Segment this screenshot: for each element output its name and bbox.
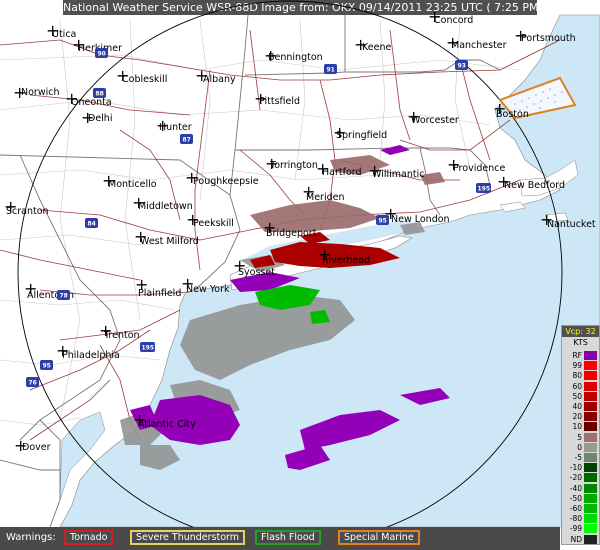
legend-row-swatch bbox=[584, 473, 597, 483]
svg-text:Middletown: Middletown bbox=[138, 201, 193, 212]
svg-text:Syosset: Syosset bbox=[238, 267, 275, 278]
svg-text:Riverhead: Riverhead bbox=[322, 255, 370, 266]
legend-row-swatch bbox=[584, 534, 597, 544]
svg-text:Willimantic: Willimantic bbox=[372, 169, 424, 180]
interstate-shield-90: 90 bbox=[95, 48, 108, 58]
svg-text:Delhi: Delhi bbox=[88, 113, 112, 124]
legend-row-swatch bbox=[584, 361, 597, 371]
svg-text:95: 95 bbox=[379, 218, 387, 225]
svg-text:Manchester: Manchester bbox=[451, 40, 507, 51]
radar-map: +Utica +Herkimer +Cobleskill +Albany +No… bbox=[0, 0, 600, 527]
interstate-shield-195-nj: 195 bbox=[140, 342, 155, 352]
svg-text:Bridgeport: Bridgeport bbox=[266, 228, 317, 239]
svg-text:Poughkeepsie: Poughkeepsie bbox=[193, 176, 259, 187]
svg-text:Plainfield: Plainfield bbox=[138, 288, 181, 299]
svg-text:Atlantic City: Atlantic City bbox=[138, 419, 196, 430]
svg-text:88: 88 bbox=[96, 91, 104, 98]
interstate-shield-87: 87 bbox=[180, 134, 193, 144]
interstate-shield-84: 84 bbox=[85, 218, 98, 228]
svg-text:Dover: Dover bbox=[22, 442, 51, 453]
interstate-shield-95-pa: 95 bbox=[40, 360, 53, 370]
interstate-shield-91: 91 bbox=[324, 64, 337, 74]
svg-text:Portsmouth: Portsmouth bbox=[521, 33, 576, 44]
svg-text:76: 76 bbox=[29, 380, 37, 387]
interstate-shield-95-ct: 95 bbox=[376, 215, 389, 225]
legend-row-swatch bbox=[584, 351, 597, 360]
svg-text:Boston: Boston bbox=[496, 109, 529, 120]
svg-text:Peekskill: Peekskill bbox=[193, 218, 234, 229]
velocity-legend: Vcp: 32 KTS RF 99 80 60 50 40 20 10 5 0 -5 -10 -20 -4… bbox=[561, 325, 600, 545]
svg-text:Cobleskill: Cobleskill bbox=[122, 74, 167, 85]
interstate-shield-195-ma: 195 bbox=[476, 183, 491, 193]
svg-text:195: 195 bbox=[142, 345, 155, 352]
legend-row-swatch bbox=[584, 453, 597, 462]
legend-row-swatch bbox=[584, 371, 597, 381]
interstate-shield-78: 78 bbox=[57, 290, 70, 300]
svg-text:New Bedford: New Bedford bbox=[504, 180, 565, 191]
svg-text:91: 91 bbox=[327, 67, 335, 74]
svg-text:Bennington: Bennington bbox=[268, 52, 323, 63]
interstate-shield-88: 88 bbox=[93, 88, 106, 98]
warning-severe-thunderstorm: Severe Thunderstorm bbox=[130, 530, 246, 545]
interstate-shield-76: 76 bbox=[26, 377, 39, 387]
legend-row-label: ND bbox=[570, 534, 582, 544]
legend-row-swatch bbox=[584, 504, 597, 513]
svg-text:Concord: Concord bbox=[434, 15, 473, 26]
legend-row-swatch bbox=[584, 412, 597, 422]
warnings-label: Warnings: bbox=[6, 532, 56, 543]
svg-text:84: 84 bbox=[88, 221, 96, 228]
svg-text:Nantucket: Nantucket bbox=[547, 219, 596, 230]
svg-text:New York: New York bbox=[186, 284, 230, 295]
svg-text:Worcester: Worcester bbox=[411, 115, 459, 126]
legend-units: KTS bbox=[573, 338, 588, 347]
city-concord: +Concord bbox=[428, 7, 473, 26]
legend-row-swatch bbox=[584, 391, 597, 401]
svg-text:78: 78 bbox=[60, 293, 68, 300]
svg-text:Torrington: Torrington bbox=[269, 160, 318, 171]
svg-text:Monticello: Monticello bbox=[108, 179, 157, 190]
warning-tornado: Tornado bbox=[64, 530, 114, 545]
warning-special-marine: Special Marine bbox=[338, 530, 420, 545]
svg-text:90: 90 bbox=[98, 51, 106, 58]
svg-text:West Milford: West Milford bbox=[140, 236, 199, 247]
warnings-bar: Warnings: Tornado Severe Thunderstorm Fl… bbox=[0, 527, 560, 550]
svg-text:195: 195 bbox=[478, 186, 491, 193]
svg-text:Pittsfield: Pittsfield bbox=[259, 96, 300, 107]
legend-row-swatch bbox=[584, 463, 597, 473]
legend-row-swatch bbox=[584, 483, 597, 493]
legend-vcp: Vcp: 32 bbox=[562, 326, 599, 337]
legend-row-swatch bbox=[584, 381, 597, 391]
legend-row-swatch bbox=[584, 402, 597, 411]
svg-text:95: 95 bbox=[43, 363, 51, 370]
svg-text:Albany: Albany bbox=[203, 74, 236, 85]
legend-row-swatch bbox=[584, 432, 597, 442]
legend-row-swatch bbox=[584, 442, 597, 452]
legend-row-swatch bbox=[584, 514, 597, 524]
legend-row-swatch bbox=[584, 422, 597, 432]
svg-text:Philadelphia: Philadelphia bbox=[62, 350, 120, 361]
svg-text:Hunter: Hunter bbox=[159, 122, 192, 133]
svg-text:Keene: Keene bbox=[362, 42, 391, 53]
svg-text:Scranton: Scranton bbox=[6, 206, 49, 217]
svg-text:93: 93 bbox=[458, 63, 466, 70]
svg-text:Springfield: Springfield bbox=[336, 130, 387, 141]
legend-row-swatch bbox=[584, 493, 597, 503]
svg-text:87: 87 bbox=[183, 137, 191, 144]
warning-flash-flood: Flash Flood bbox=[255, 530, 321, 545]
svg-text:Trenton: Trenton bbox=[103, 330, 140, 341]
interstate-shield-93: 93 bbox=[455, 60, 468, 70]
svg-text:Oneonta: Oneonta bbox=[71, 97, 112, 108]
legend-row: ND bbox=[563, 534, 599, 545]
legend-row-swatch bbox=[584, 524, 597, 534]
svg-text:Hartford: Hartford bbox=[322, 167, 362, 178]
svg-text:Norwich: Norwich bbox=[21, 87, 59, 98]
svg-text:Meriden: Meriden bbox=[306, 192, 344, 203]
svg-text:New London: New London bbox=[391, 214, 450, 225]
